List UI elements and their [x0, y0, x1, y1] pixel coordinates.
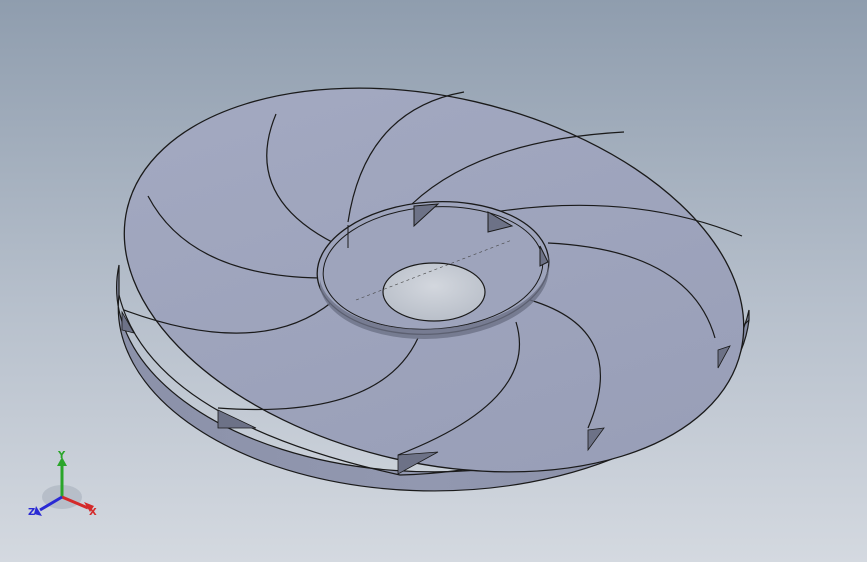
center-bore-hole[interactable] [382, 262, 486, 322]
triad-x-label: X [89, 507, 97, 518]
model-view[interactable]: Y X Z [0, 0, 867, 562]
triad-z-label: Z [28, 507, 35, 518]
triad-y-label: Y [57, 450, 66, 461]
graphics-viewport[interactable]: Y X Z [0, 0, 867, 562]
reference-triad[interactable]: Y X Z [28, 450, 97, 518]
